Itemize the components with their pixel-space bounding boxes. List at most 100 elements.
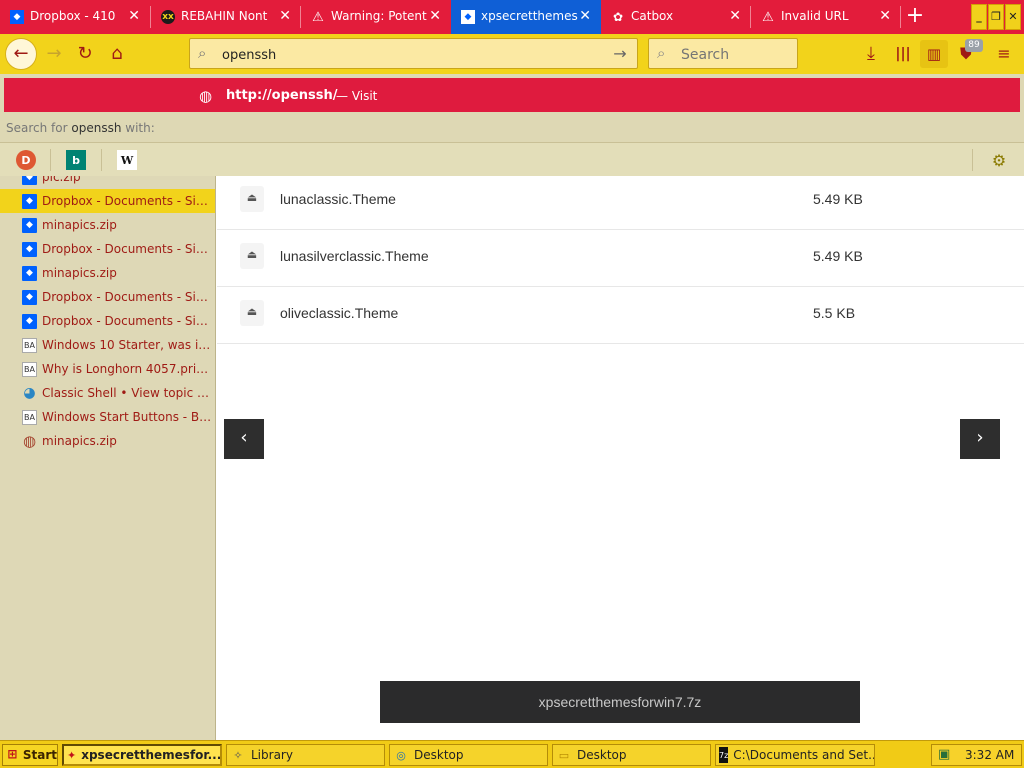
bing-icon[interactable]: b	[66, 150, 86, 170]
taskbar-item-explorer[interactable]: ◎ Desktop	[389, 744, 548, 766]
tab-strip: ◆ Dropbox - 410 ✕ xx REBAHIN Nont ✕ ⚠ Wa…	[0, 0, 1024, 34]
sidebar-item-label: Windows 10 Starter, was it a...	[42, 338, 212, 352]
tab-xpsecretthemes[interactable]: ◆ xpsecretthemes ✕	[451, 0, 601, 34]
sidebar-item[interactable]: ◆ pic.zip	[0, 176, 215, 189]
file-name: oliveclassic.Theme	[280, 305, 399, 321]
close-icon[interactable]: ✕	[429, 9, 441, 23]
system-tray: ▣ 3:32 AM	[931, 744, 1022, 766]
sidebar-item[interactable]: ◆ minapics.zip	[0, 213, 215, 237]
sidebar-item[interactable]: ◆ Dropbox - Documents - Simpl...	[0, 237, 215, 261]
dropbox-icon: ◆	[10, 10, 24, 24]
clock[interactable]: 3:32 AM	[965, 748, 1014, 762]
forward-button[interactable]: →	[40, 40, 68, 68]
sidebar-item-label: Dropbox - Documents - Simpl...	[42, 194, 212, 208]
taskbar-item-label: C:\Documents and Set...	[733, 748, 875, 762]
sidebar-item[interactable]: ◕ Classic Shell • View topic - [...	[0, 381, 215, 405]
sidebar-item-label: Classic Shell • View topic - [...	[42, 386, 212, 400]
sidebar-item[interactable]: ◆ minapics.zip	[0, 261, 215, 285]
engine-separator	[50, 149, 51, 171]
visit-suggestion[interactable]: ◍ http://openssh/ — Visit	[4, 78, 1020, 112]
classic-shell-icon: ◕	[23, 385, 36, 401]
globe-icon: ◍	[199, 87, 213, 105]
tab-invalid-url[interactable]: ⚠ Invalid URL ✕	[751, 0, 901, 34]
warning-icon: ⚠	[312, 9, 324, 25]
taskbar-item-folder[interactable]: ▭ Desktop	[552, 744, 711, 766]
tab-title: Catbox	[631, 9, 674, 23]
close-icon[interactable]: ✕	[128, 9, 140, 23]
file-name: lunaclassic.Theme	[280, 191, 396, 207]
library-icon[interactable]: |||	[889, 40, 917, 68]
search-engines-row: D b W ⚙	[0, 142, 1024, 176]
sidebar-item[interactable]: ◆ Dropbox - Documents - Simpl...	[0, 309, 215, 333]
dropbox-icon: ◆	[22, 289, 37, 305]
dropbox-icon: ◆	[22, 313, 37, 329]
sidebar-item[interactable]: ◍ minapics.zip	[0, 429, 215, 453]
windows-flag-icon: ⊞	[7, 747, 18, 761]
search-with-label: Search for openssh with:	[6, 121, 155, 135]
tab-catbox[interactable]: ✿ Catbox ✕	[601, 0, 751, 34]
home-button[interactable]: ⌂	[103, 40, 131, 68]
search-input[interactable]	[681, 45, 791, 65]
warning-icon: ⚠	[762, 9, 774, 25]
search-bar[interactable]: ⌕	[648, 38, 798, 69]
tab-warning[interactable]: ⚠ Warning: Potent ✕	[301, 0, 451, 34]
restore-button[interactable]: ❐	[988, 4, 1004, 30]
gear-icon[interactable]: ⚙	[989, 150, 1009, 170]
start-button[interactable]: ⊞ Start	[2, 744, 58, 766]
dropbox-icon: ◆	[22, 265, 37, 281]
file-row[interactable]: ⏏ oliveclassic.Theme 5.5 KB	[217, 287, 1024, 344]
sidebar-item-label: Dropbox - Documents - Simpl...	[42, 242, 212, 256]
folder-icon: ▭	[558, 748, 570, 762]
sidebar-item-label: Dropbox - Documents - Simpl...	[42, 290, 212, 304]
wikipedia-icon[interactable]: W	[117, 150, 137, 170]
file-row[interactable]: ⏏ lunaclassic.Theme 5.49 KB	[217, 173, 1024, 230]
sidebar-item[interactable]: BA Windows Start Buttons - Be...	[0, 405, 215, 429]
downloads-icon[interactable]: ⤓	[857, 40, 885, 68]
url-suggestions-popup: ◍ http://openssh/ — Visit Search for ope…	[0, 74, 1024, 176]
sidebar-item[interactable]: ◆ Dropbox - Documents - Simpl...	[0, 189, 215, 213]
back-button[interactable]: ←	[5, 38, 37, 70]
close-window-button[interactable]: ✕	[1005, 4, 1021, 30]
navigation-toolbar: ← → ↻ ⌂ ⌕ → ⌕ ⤓ ||| ▥ ⛊ 89 ≡	[0, 34, 1024, 74]
duckduckgo-icon[interactable]: D	[16, 150, 36, 170]
minimize-button[interactable]: _	[971, 4, 987, 30]
network-icon[interactable]: ▣	[938, 747, 950, 762]
previous-file-button[interactable]: ‹	[224, 419, 264, 459]
close-icon[interactable]: ✕	[579, 9, 591, 23]
new-tab-button[interactable]: +	[901, 3, 929, 31]
betaarchive-icon: BA	[22, 361, 37, 377]
file-icon: ⏏	[240, 243, 264, 269]
betaarchive-icon: BA	[22, 409, 37, 425]
taskbar-item-firefox[interactable]: ✦ xpsecretthemesfor...	[62, 744, 222, 766]
taskbar-item-library[interactable]: ✧ Library	[226, 744, 385, 766]
sidebar-item[interactable]: ◆ Dropbox - Documents - Simpl...	[0, 285, 215, 309]
catbox-icon: ✿	[612, 10, 624, 24]
taskbar-item-label: Library	[251, 748, 293, 762]
sidebar-item[interactable]: BA Windows 10 Starter, was it a...	[0, 333, 215, 357]
sidebar-item[interactable]: BA Why is Longhorn 4057.privat...	[0, 357, 215, 381]
sidebar-toggle-icon[interactable]: ▥	[920, 40, 948, 68]
url-bar[interactable]: ⌕ →	[189, 38, 638, 69]
menu-hamburger-icon[interactable]: ≡	[990, 40, 1018, 68]
search-suffix: with:	[125, 121, 155, 135]
tab-dropbox[interactable]: ◆ Dropbox - 410 ✕	[0, 0, 150, 34]
file-size: 5.5 KB	[813, 305, 856, 321]
sidebar-item-label: pic.zip	[42, 176, 81, 184]
search-icon: ⌕	[198, 44, 207, 62]
search-icon: ⌕	[657, 44, 666, 62]
file-row[interactable]: ⏏ lunasilverclassic.Theme 5.49 KB	[217, 230, 1024, 287]
tab-title: REBAHIN Nont	[181, 9, 268, 23]
close-icon[interactable]: ✕	[279, 9, 291, 23]
sidebar-item-label: minapics.zip	[42, 266, 117, 280]
go-arrow-icon[interactable]: →	[609, 43, 631, 65]
close-icon[interactable]: ✕	[879, 9, 891, 23]
url-input[interactable]	[222, 45, 602, 65]
reload-button[interactable]: ↻	[71, 40, 99, 68]
suggestion-url: http://openssh/	[226, 88, 338, 103]
start-label: Start	[22, 748, 57, 762]
dropbox-icon: ◆	[22, 176, 37, 185]
taskbar-item-7zip[interactable]: 7z C:\Documents and Set...	[715, 744, 875, 766]
close-icon[interactable]: ✕	[729, 9, 741, 23]
next-file-button[interactable]: ›	[960, 419, 1000, 459]
tab-rebahin[interactable]: xx REBAHIN Nont ✕	[151, 0, 301, 34]
